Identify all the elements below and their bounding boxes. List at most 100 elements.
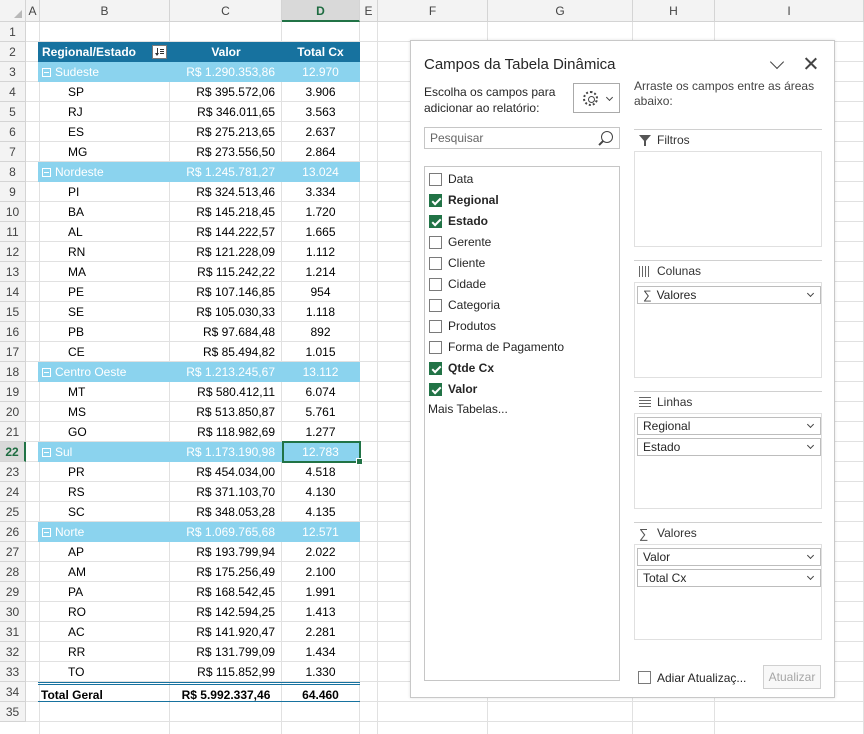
total-cx-cell[interactable]: 892 [281,322,360,342]
row-header-13[interactable]: 13 [0,262,26,282]
row-header-6[interactable]: 6 [0,122,26,142]
state-cell[interactable]: RR [38,642,171,662]
total-cx-cell[interactable]: 6.074 [281,382,360,402]
row-header-20[interactable]: 20 [0,402,26,422]
chevron-down-icon[interactable] [769,55,787,73]
chevron-down-icon[interactable] [806,420,815,429]
state-cell[interactable]: MT [38,382,171,402]
total-cx-cell[interactable]: 4.130 [281,482,360,502]
total-cx-cell[interactable]: 5.761 [281,402,360,422]
total-cx-cell[interactable]: 2.864 [281,142,360,162]
state-cell[interactable]: PB [38,322,171,342]
row-header-16[interactable]: 16 [0,322,26,342]
total-cx-cell[interactable]: 1.277 [281,422,360,442]
row-header-17[interactable]: 17 [0,342,26,362]
total-cx-cell[interactable]: 3.334 [281,182,360,202]
valor-cell[interactable]: R$ 97.684,48 [171,322,281,342]
grand-total-valor[interactable]: R$ 5.992.337,46 [171,685,281,705]
row-header-32[interactable]: 32 [0,642,26,662]
chevron-down-icon[interactable] [806,441,815,450]
columns-drop-zone[interactable]: ∑ Valores [634,282,822,378]
collapse-minus-icon[interactable] [42,448,51,457]
checkbox-checked-icon[interactable] [429,362,442,375]
total-cx-cell[interactable]: 1.665 [281,222,360,242]
total-cx-cell[interactable]: 1.330 [281,662,360,682]
valor-cell[interactable]: R$ 175.256,49 [171,562,281,582]
state-cell[interactable]: GO [38,422,171,442]
total-cx-cell[interactable]: 1.118 [281,302,360,322]
valor-cell[interactable]: R$ 142.594,25 [171,602,281,622]
row-header-23[interactable]: 23 [0,462,26,482]
filters-drop-zone[interactable] [634,151,822,247]
valor-cell[interactable]: R$ 580.412,11 [171,382,281,402]
valor-cell[interactable]: R$ 324.513,46 [171,182,281,202]
state-cell[interactable]: PA [38,582,171,602]
row-header-14[interactable]: 14 [0,282,26,302]
checkbox[interactable] [429,257,442,270]
group-total-cell[interactable]: 12.571 [281,522,360,542]
total-cx-cell[interactable]: 1.720 [281,202,360,222]
checkbox[interactable] [429,173,442,186]
total-cx-cell[interactable]: 1.112 [281,242,360,262]
rows-chip-estado[interactable]: Estado [637,438,821,456]
row-header-11[interactable]: 11 [0,222,26,242]
chevron-down-icon[interactable] [806,289,815,298]
chevron-down-icon[interactable] [806,572,815,581]
state-cell[interactable]: AP [38,542,171,562]
valor-cell[interactable]: R$ 141.920,47 [171,622,281,642]
row-header-27[interactable]: 27 [0,542,26,562]
row-header-7[interactable]: 7 [0,142,26,162]
values-drop-zone[interactable]: Valor Total Cx [634,544,822,640]
update-button[interactable]: Atualizar [763,665,821,689]
total-cx-cell[interactable]: 3.906 [281,82,360,102]
total-cx-cell[interactable]: 1.413 [281,602,360,622]
valor-cell[interactable]: R$ 346.011,65 [171,102,281,122]
column-header-i[interactable]: I [715,0,864,22]
total-cx-cell[interactable]: 4.135 [281,502,360,522]
total-cx-cell[interactable]: 954 [281,282,360,302]
total-cx-cell[interactable]: 2.022 [281,542,360,562]
values-chip-valor[interactable]: Valor [637,548,821,566]
column-header-g[interactable]: G [488,0,633,22]
state-cell[interactable]: RN [38,242,171,262]
rows-chip-regional[interactable]: Regional [637,417,821,435]
group-label-cell[interactable]: Sudeste [38,62,171,82]
pivot-valor-header[interactable]: Valor [171,42,281,62]
group-valor-cell[interactable]: R$ 1.290.353,86 [171,62,281,82]
row-header-2[interactable]: 2 [0,42,26,62]
checkbox[interactable] [429,341,442,354]
chevron-down-icon[interactable] [806,551,815,560]
column-header-c[interactable]: C [170,0,282,22]
row-header-33[interactable]: 33 [0,662,26,682]
total-cx-cell[interactable]: 3.563 [281,102,360,122]
group-valor-cell[interactable]: R$ 1.069.765,68 [171,522,281,542]
active-cell-selection[interactable] [282,441,363,465]
valor-cell[interactable]: R$ 121.228,09 [171,242,281,262]
checkbox[interactable] [429,299,442,312]
state-cell[interactable]: RJ [38,102,171,122]
row-header-9[interactable]: 9 [0,182,26,202]
search-icon[interactable] [601,131,613,143]
total-cx-cell[interactable]: 2.281 [281,622,360,642]
checkbox[interactable] [638,671,651,684]
state-cell[interactable]: SC [38,502,171,522]
checkbox[interactable] [429,278,442,291]
valor-cell[interactable]: R$ 273.556,50 [171,142,281,162]
column-header-d[interactable]: D [282,0,360,22]
filter-dropdown-icon[interactable] [152,45,167,59]
grand-total-cx[interactable]: 64.460 [281,685,360,705]
group-total-cell[interactable]: 13.112 [281,362,360,382]
group-valor-cell[interactable]: R$ 1.213.245,67 [171,362,281,382]
row-header-21[interactable]: 21 [0,422,26,442]
state-cell[interactable]: PR [38,462,171,482]
collapse-minus-icon[interactable] [42,168,51,177]
rows-drop-zone[interactable]: Regional Estado [634,413,822,509]
total-cx-cell[interactable]: 2.100 [281,562,360,582]
field-search-box[interactable] [424,127,620,149]
more-tables-link[interactable]: Mais Tabelas... [428,402,508,416]
state-cell[interactable]: MA [38,262,171,282]
row-header-26[interactable]: 26 [0,522,26,542]
valor-cell[interactable]: R$ 193.799,94 [171,542,281,562]
column-header-b[interactable]: B [40,0,170,22]
group-valor-cell[interactable]: R$ 1.173.190,98 [171,442,281,462]
